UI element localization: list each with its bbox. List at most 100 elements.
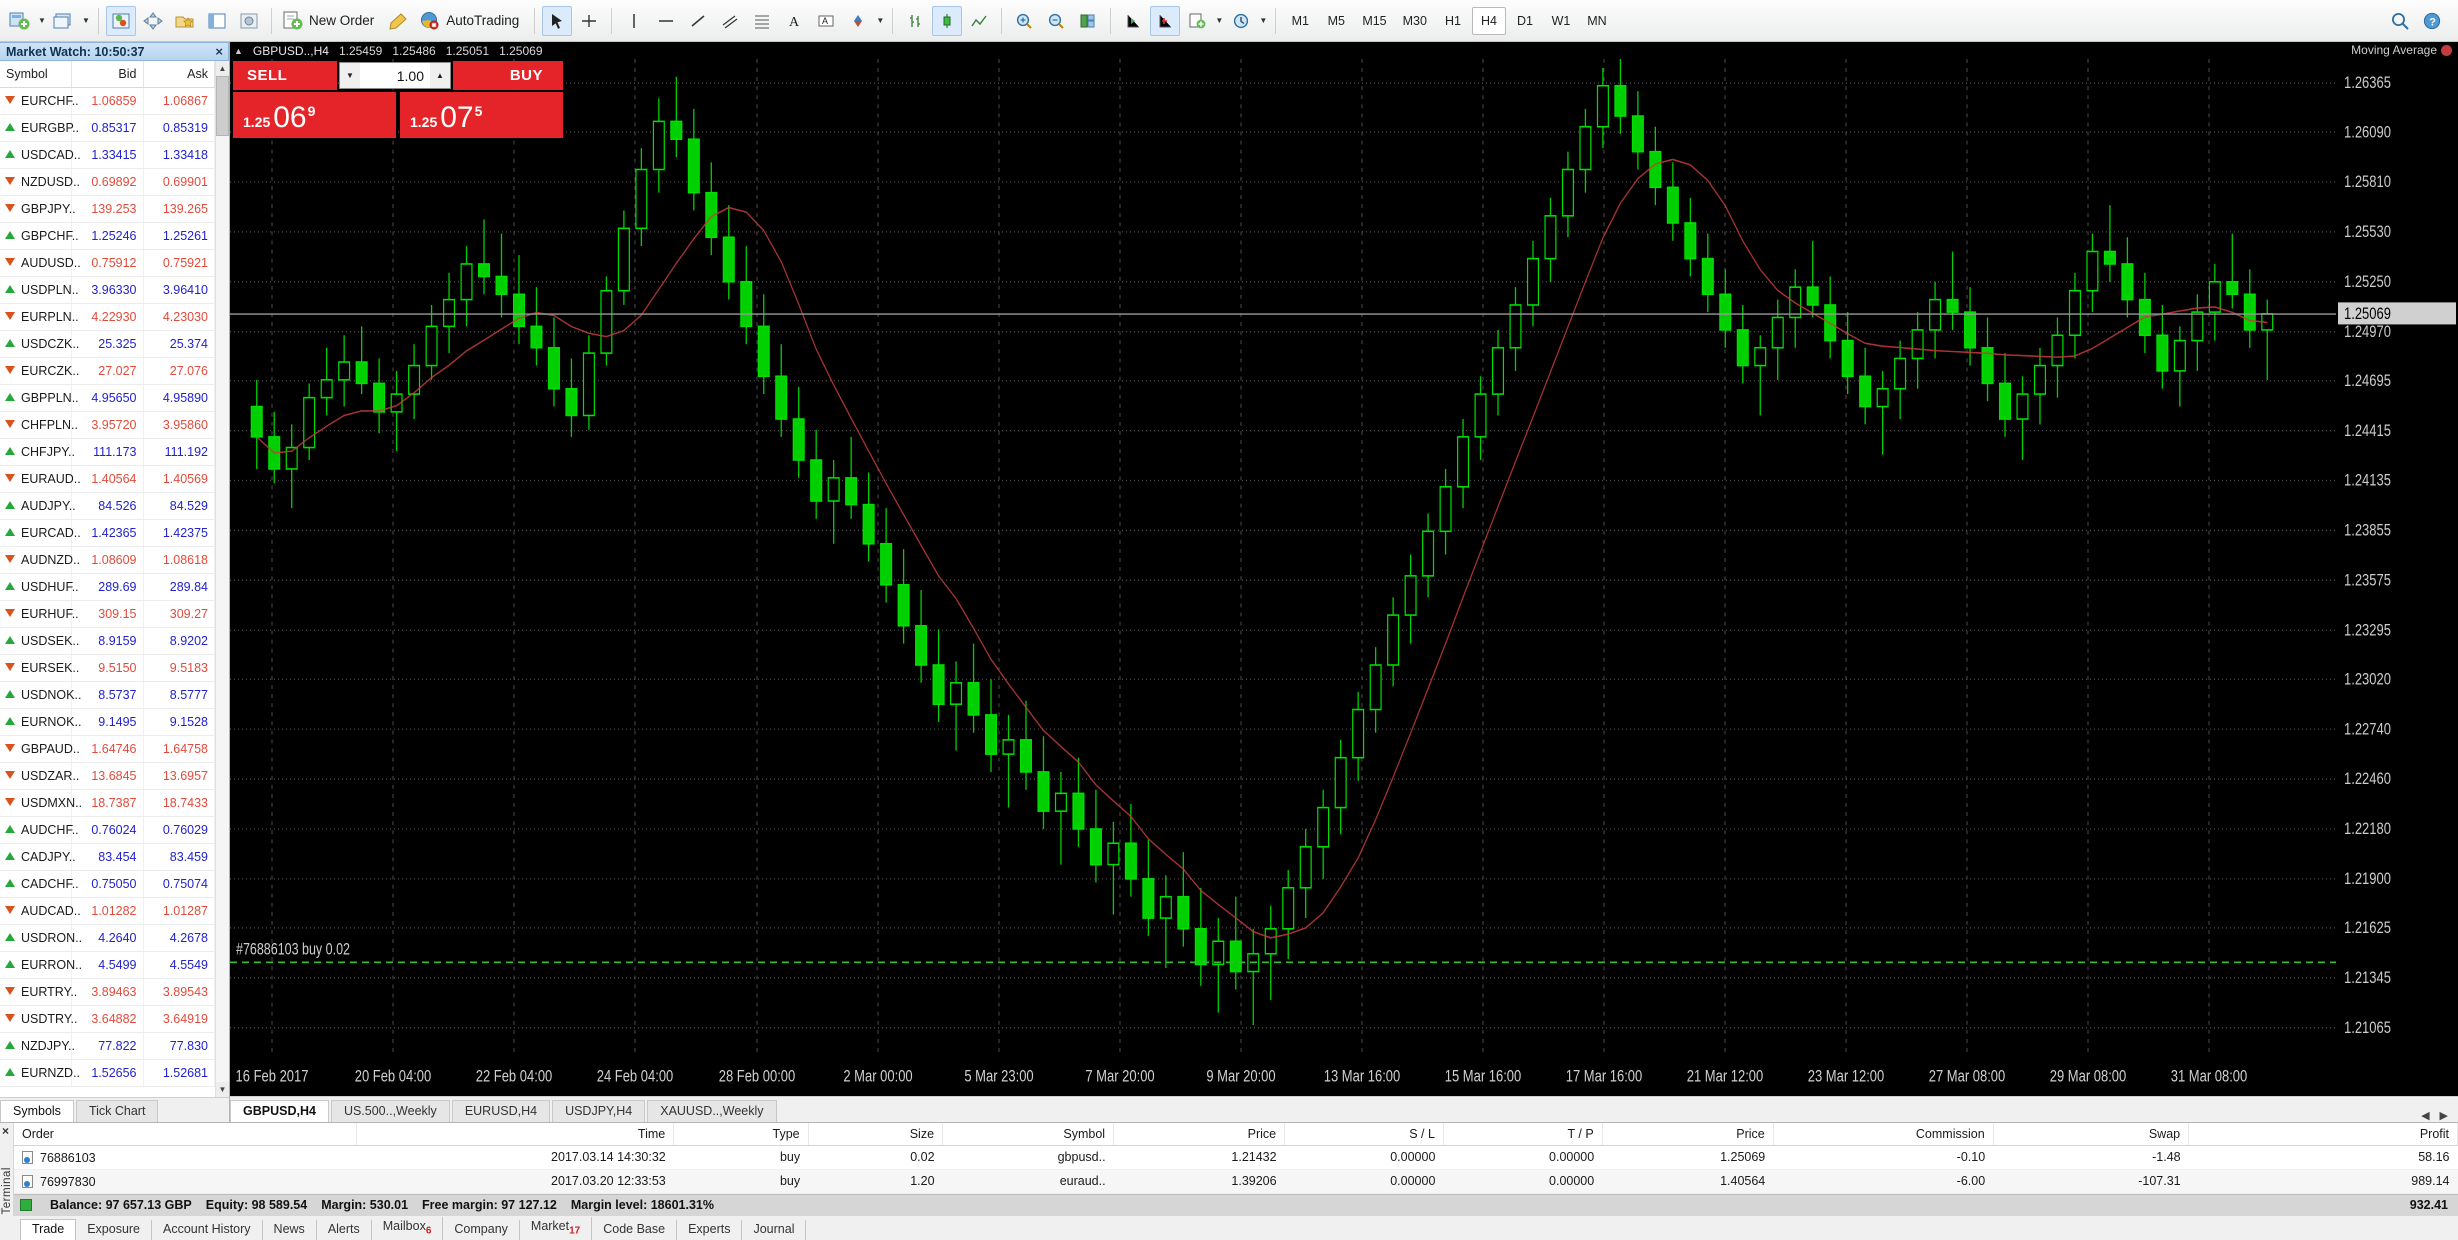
market-watch-row[interactable]: USDMXN.. 18.7387 18.7433 (0, 789, 215, 817)
market-watch-row[interactable]: USDCZK.. 25.325 25.374 (0, 330, 215, 358)
navigator-icon[interactable] (138, 6, 168, 36)
terminal-tab-mailbox[interactable]: Mailbox6 (372, 1216, 444, 1240)
market-watch-row[interactable]: EURAUD.. 1.40564 1.40569 (0, 465, 215, 493)
vertical-line-icon[interactable] (619, 6, 649, 36)
candlestick-chart-icon[interactable] (932, 5, 963, 36)
market-watch-row[interactable]: CADJPY.. 83.454 83.459 (0, 843, 215, 871)
new-chart-icon[interactable] (5, 6, 35, 36)
market-watch-row[interactable]: CHFPLN.. 3.95720 3.95860 (0, 411, 215, 439)
terminal-tab-account-history[interactable]: Account History (152, 1220, 263, 1240)
search-icon[interactable] (2385, 6, 2415, 36)
volume-decrease-icon[interactable]: ▼ (340, 63, 360, 88)
tab-scroll-right-icon[interactable]: ▶ (2440, 1109, 2448, 1122)
volume-value[interactable]: 1.00 (360, 68, 430, 84)
cursor-icon[interactable] (542, 5, 573, 36)
tab-scroll-left-icon[interactable]: ◀ (2421, 1109, 2429, 1122)
market-watch-row[interactable]: EURPLN.. 4.22930 4.23030 (0, 303, 215, 331)
column-header-order[interactable]: Order (14, 1123, 357, 1146)
market-watch-tab-symbols[interactable]: Symbols (0, 1100, 74, 1122)
column-header-price-current[interactable]: Price (1602, 1123, 1774, 1146)
chart-restore-icon[interactable]: ▲ (234, 46, 243, 56)
table-row[interactable]: 76886103 2017.03.14 14:30:32 buy 0.02 gbpusd… (14, 1145, 2458, 1170)
buy-button[interactable]: BUY (453, 61, 563, 90)
strategy-tester-icon[interactable] (234, 6, 264, 36)
scroll-down-icon[interactable]: ▼ (216, 1082, 229, 1097)
volume-increase-icon[interactable]: ▲ (430, 63, 450, 88)
market-watch-row[interactable]: AUDNZD.. 1.08609 1.08618 (0, 546, 215, 574)
market-watch-row[interactable]: EURGBP.. 0.85317 0.85319 (0, 114, 215, 142)
bar-chart-icon[interactable] (900, 6, 930, 36)
autotrading-button[interactable]: AutoTrading (415, 6, 528, 36)
trendline-icon[interactable] (683, 6, 713, 36)
terminal-tab-company[interactable]: Company (443, 1220, 520, 1240)
scroll-track[interactable] (216, 76, 229, 1082)
timeframe-button-h4[interactable]: H4 (1471, 6, 1506, 35)
favorites-icon[interactable] (170, 6, 200, 36)
volume-stepper[interactable]: ▼ 1.00 ▲ (339, 62, 451, 89)
text-icon[interactable]: A (779, 6, 809, 36)
period-icon[interactable] (1226, 6, 1256, 36)
market-watch-row[interactable]: GBPCHF.. 1.25246 1.25261 (0, 222, 215, 250)
market-watch-row[interactable]: NZDJPY.. 77.822 77.830 (0, 1032, 215, 1060)
zoom-out-icon[interactable] (1041, 6, 1071, 36)
column-header-stop-loss[interactable]: S / L (1284, 1123, 1444, 1146)
market-watch-row[interactable]: USDTRY.. 3.64882 3.64919 (0, 1005, 215, 1033)
market-watch-row[interactable]: USDPLN.. 3.96330 3.96410 (0, 276, 215, 304)
market-watch-row[interactable]: AUDUSD.. 0.75912 0.75921 (0, 249, 215, 277)
chart-tab[interactable]: XAUUSD..,Weekly (647, 1100, 777, 1122)
market-watch-icon[interactable] (106, 5, 136, 36)
market-watch-row[interactable]: USDSEK.. 8.9159 8.9202 (0, 627, 215, 655)
column-header-type[interactable]: Type (673, 1123, 809, 1146)
terminal-close-icon[interactable]: × (2, 1124, 9, 1138)
column-header-ask[interactable]: Ask (143, 61, 215, 88)
chart-tab[interactable]: GBPUSD,H4 (230, 1100, 329, 1122)
column-header-bid[interactable]: Bid (71, 61, 144, 88)
column-header-profit[interactable]: Profit (2188, 1123, 2458, 1146)
timeframe-button-m15[interactable]: M15 (1355, 7, 1393, 35)
market-watch-scrollbar[interactable]: ▲ ▼ (215, 61, 229, 1097)
period-dropdown-icon[interactable]: ▼ (1257, 6, 1269, 36)
market-watch-row[interactable]: EURNOK.. 9.1495 9.1528 (0, 708, 215, 736)
horizontal-line-icon[interactable] (651, 6, 681, 36)
table-row[interactable]: 76997830 2017.03.20 12:33:53 buy 1.20 euraud… (14, 1169, 2458, 1194)
market-watch-row[interactable]: GBPAUD.. 1.64746 1.64758 (0, 735, 215, 763)
help-icon[interactable]: ? (2417, 6, 2447, 36)
market-watch-row[interactable]: GBPPLN.. 4.95650 4.95890 (0, 384, 215, 412)
market-watch-row[interactable]: AUDCHF.. 0.76024 0.76029 (0, 816, 215, 844)
tile-windows-icon[interactable] (1073, 6, 1103, 36)
market-watch-row[interactable]: EURNZD.. 1.52656 1.52681 (0, 1059, 215, 1087)
market-watch-row[interactable]: NZDUSD.. 0.69892 0.69901 (0, 168, 215, 196)
column-header-take-profit[interactable]: T / P (1443, 1123, 1603, 1146)
market-watch-row[interactable]: AUDCAD.. 1.01282 1.01287 (0, 897, 215, 925)
terminal-icon[interactable] (202, 6, 232, 36)
sell-button[interactable]: SELL (233, 61, 337, 90)
column-header-symbol[interactable]: Symbol (0, 61, 72, 88)
timeframe-button-m5[interactable]: M5 (1319, 7, 1353, 35)
indicators-icon[interactable] (1182, 6, 1212, 36)
terminal-tab-exposure[interactable]: Exposure (76, 1220, 153, 1240)
auto-scroll-icon[interactable] (1150, 5, 1181, 36)
equidistant-channel-icon[interactable] (715, 6, 745, 36)
crosshair-icon[interactable] (574, 6, 604, 36)
arrows-icon[interactable] (843, 6, 873, 36)
terminal-tab-experts[interactable]: Experts (677, 1220, 743, 1240)
market-watch-row[interactable]: GBPJPY.. 139.253 139.265 (0, 195, 215, 223)
chart-tab[interactable]: US.500..,Weekly (330, 1100, 450, 1122)
market-watch-row[interactable]: EURCAD.. 1.42365 1.42375 (0, 519, 215, 547)
chart-tab[interactable]: EURUSD,H4 (451, 1100, 551, 1122)
chart-canvas-area[interactable]: 1.26365 1.26090 1.25810 1.25530 1.25250 1.249… (230, 59, 2458, 1096)
market-watch-row[interactable]: USDZAR.. 13.6845 13.6957 (0, 762, 215, 790)
market-watch-row[interactable]: EURCZK.. 27.027 27.076 (0, 357, 215, 385)
terminal-tab-alerts[interactable]: Alerts (317, 1220, 372, 1240)
timeframe-button-d1[interactable]: D1 (1508, 7, 1542, 35)
zoom-in-icon[interactable] (1009, 6, 1039, 36)
new-order-button[interactable]: New Order (278, 6, 383, 36)
market-watch-row[interactable]: EURSEK.. 9.5150 9.5183 (0, 654, 215, 682)
market-watch-row[interactable]: USDHUF.. 289.69 289.84 (0, 573, 215, 601)
market-watch-row[interactable]: CHFJPY.. 111.173 111.192 (0, 438, 215, 466)
label-icon[interactable]: A (811, 6, 841, 36)
arrows-dropdown-icon[interactable]: ▼ (874, 6, 886, 36)
terminal-tab-trade[interactable]: Trade (20, 1219, 77, 1240)
profiles-dropdown-icon[interactable]: ▼ (80, 6, 92, 36)
market-watch-row[interactable]: USDRON.. 4.2640 4.2678 (0, 924, 215, 952)
